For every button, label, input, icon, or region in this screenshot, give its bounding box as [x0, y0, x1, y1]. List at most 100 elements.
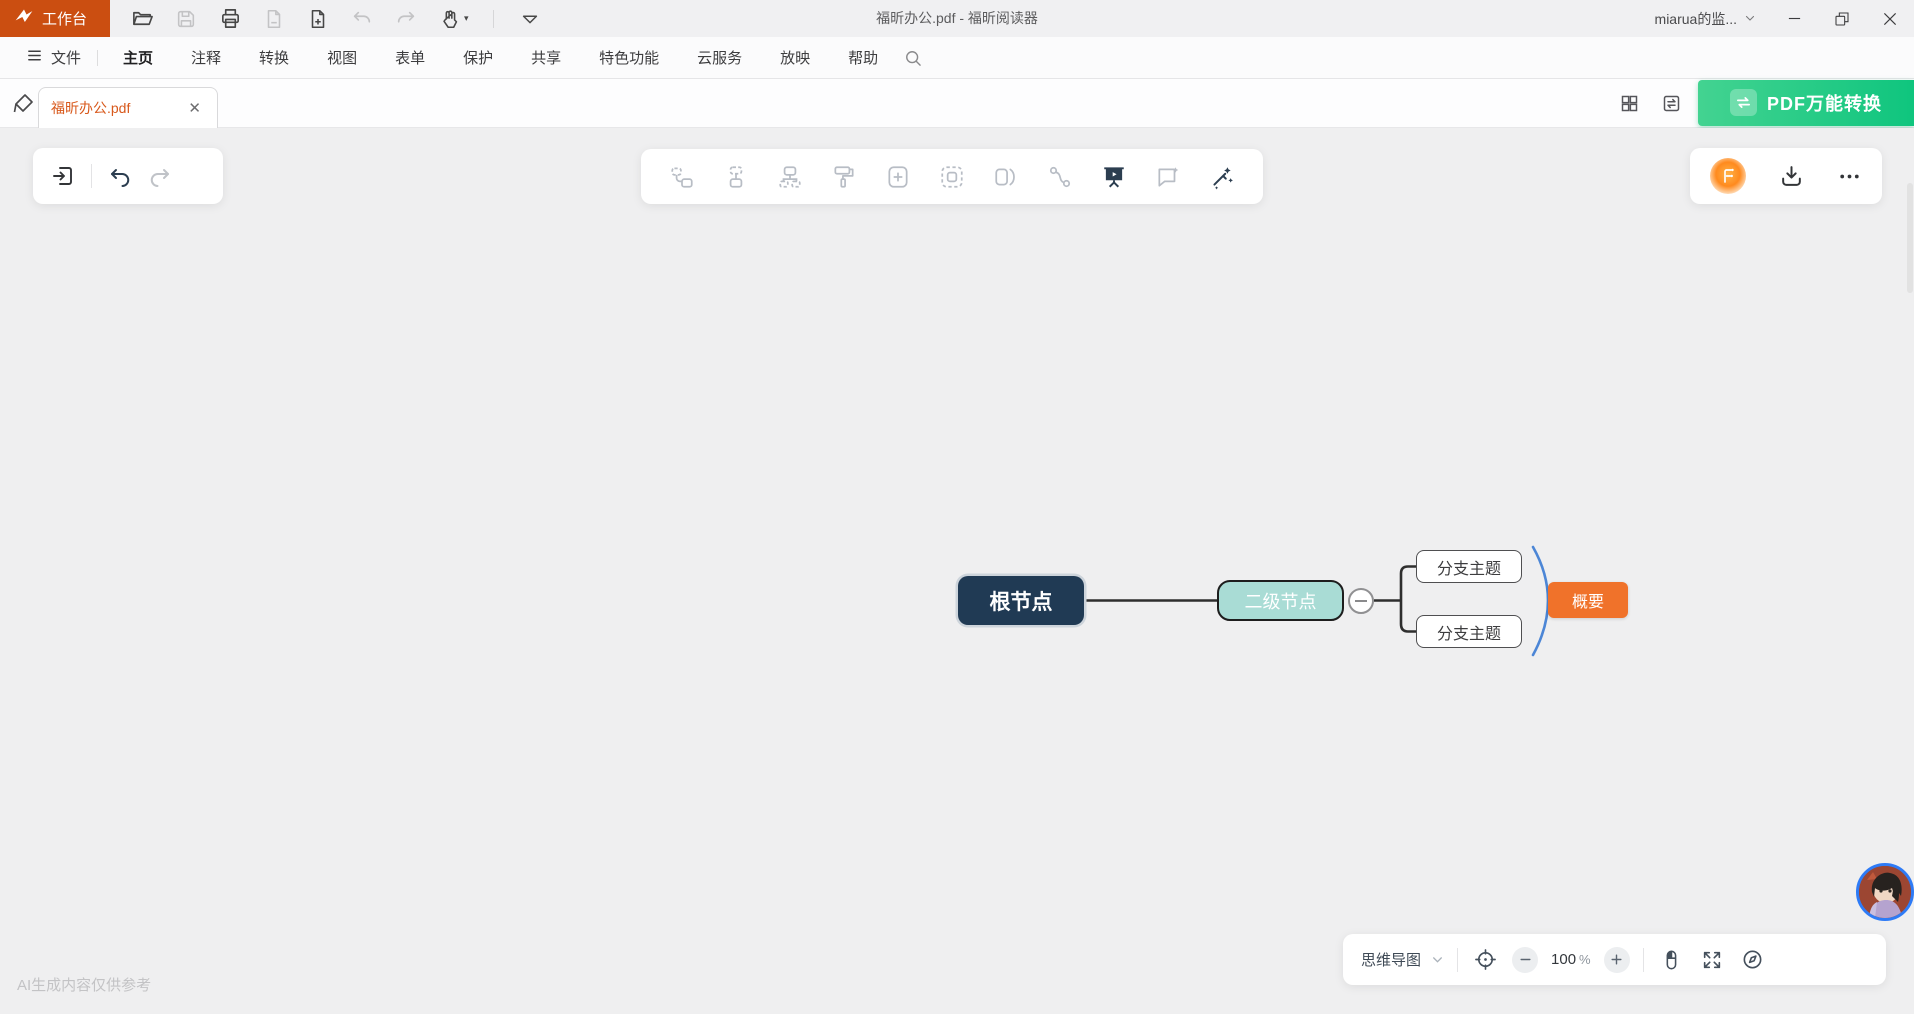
- tab-title: 福昕办公.pdf: [51, 98, 184, 118]
- switch-view-icon[interactable]: [1656, 89, 1686, 119]
- mindmap-summary-node[interactable]: 概要: [1548, 582, 1628, 618]
- mindmap-edges: [0, 128, 1914, 1014]
- compass-icon[interactable]: [1739, 946, 1767, 974]
- mindmap-secondary-node[interactable]: 二级节点: [1217, 580, 1344, 621]
- locate-center-icon[interactable]: [1471, 946, 1499, 974]
- collapse-ribbon-icon[interactable]: [518, 7, 542, 31]
- hand-tool-icon: [438, 7, 462, 31]
- tab-close-icon[interactable]: ✕: [184, 97, 205, 119]
- zoom-level-value: 100: [1551, 951, 1576, 968]
- menu-item-convert[interactable]: 转换: [240, 47, 308, 68]
- diagram-mode-label: 思维导图: [1361, 949, 1421, 970]
- foxit-reader-window: 工作台: [0, 0, 1914, 1014]
- document-tab[interactable]: 福昕办公.pdf ✕: [38, 87, 218, 128]
- foxit-logo-icon: [14, 7, 34, 31]
- menu-item-label: 文件: [51, 47, 81, 68]
- account-menu[interactable]: miarua的监...: [1641, 9, 1770, 29]
- view-control-bar: 思维导图 100%: [1343, 934, 1886, 985]
- workspace-label: 工作台: [42, 8, 87, 29]
- more-ellipsis-icon[interactable]: [1837, 164, 1862, 189]
- mindmap-branch-node[interactable]: 分支主题: [1416, 615, 1522, 648]
- zoom-out-button[interactable]: [1512, 947, 1538, 973]
- menu-item-share[interactable]: 共享: [512, 47, 580, 68]
- toolbar-separator: [493, 10, 494, 28]
- account-chevron-icon: [1744, 11, 1756, 27]
- menu-item-comment[interactable]: 注释: [172, 47, 240, 68]
- search-icon[interactable]: [903, 48, 923, 68]
- exit-mindmap-icon[interactable]: [51, 164, 75, 188]
- pdf-convert-button[interactable]: PDF万能转换: [1698, 80, 1914, 126]
- mindmap-canvas[interactable]: 根节点 二级节点 分支主题 分支主题 概要 思维导图 100%: [0, 128, 1914, 1014]
- summary-node-icon[interactable]: [991, 162, 1021, 192]
- zoom-level-unit: %: [1579, 952, 1591, 967]
- close-button[interactable]: [1866, 0, 1914, 37]
- foxit-mindmap-icon[interactable]: [1710, 158, 1746, 194]
- redo-icon[interactable]: [394, 7, 418, 31]
- minimize-button[interactable]: [1770, 0, 1818, 37]
- menu-separator: [97, 50, 98, 66]
- insert-node-icon[interactable]: [883, 162, 913, 192]
- mindmap-root-node[interactable]: 根节点: [958, 576, 1084, 625]
- mindmap-toolbar: [641, 149, 1263, 204]
- account-name: miarua的监...: [1655, 9, 1737, 29]
- statusbar-separator: [1643, 948, 1644, 972]
- ai-chat-icon[interactable]: [1153, 162, 1183, 192]
- undo-icon[interactable]: [350, 7, 374, 31]
- diagram-mode-select[interactable]: 思维导图: [1361, 949, 1444, 970]
- mode-chevron-icon: [1431, 953, 1444, 966]
- hand-tool-caret-icon: ▾: [464, 13, 469, 24]
- export-panel: [1690, 148, 1882, 204]
- mouse-mode-icon[interactable]: [1657, 946, 1685, 974]
- close-document-icon[interactable]: [262, 7, 286, 31]
- presentation-icon[interactable]: [1099, 162, 1129, 192]
- add-parent-node-icon[interactable]: [775, 162, 805, 192]
- statusbar-separator: [1457, 948, 1458, 972]
- menu-item-help[interactable]: 帮助: [829, 47, 897, 68]
- select-frame-icon[interactable]: [937, 162, 967, 192]
- history-panel: [33, 148, 223, 204]
- menu-item-form[interactable]: 表单: [376, 47, 444, 68]
- add-sibling-node-icon[interactable]: [721, 162, 751, 192]
- restore-button[interactable]: [1818, 0, 1866, 37]
- pencil-icon[interactable]: [12, 91, 36, 120]
- menu-item-protect[interactable]: 保护: [444, 47, 512, 68]
- format-painter-icon[interactable]: [829, 162, 859, 192]
- menu-item-features[interactable]: 特色功能: [580, 47, 678, 68]
- hamburger-menu-icon: [26, 47, 43, 68]
- download-icon[interactable]: [1779, 164, 1804, 189]
- tab-bar: 福昕办公.pdf ✕ PDF万能转换: [0, 79, 1914, 128]
- menu-item-cloud[interactable]: 云服务: [678, 47, 761, 68]
- panel-separator: [91, 164, 92, 188]
- convert-button-label: PDF万能转换: [1767, 90, 1882, 116]
- new-document-icon[interactable]: [306, 7, 330, 31]
- add-child-node-icon[interactable]: [667, 162, 697, 192]
- open-folder-icon[interactable]: [130, 7, 154, 31]
- ai-magic-icon[interactable]: [1207, 162, 1237, 192]
- menu-item-home[interactable]: 主页: [104, 47, 172, 68]
- ai-disclaimer: AI生成内容仅供参考: [17, 974, 151, 995]
- collapse-minus-icon[interactable]: [1348, 588, 1374, 614]
- vertical-scrollbar[interactable]: [1907, 183, 1913, 293]
- title-bar: 工作台: [0, 0, 1914, 37]
- hand-tool-button[interactable]: ▾: [438, 7, 469, 31]
- redo-map-icon[interactable]: [148, 164, 172, 188]
- grid-view-icon[interactable]: [1614, 89, 1644, 119]
- zoom-in-button[interactable]: [1604, 947, 1630, 973]
- assistant-avatar[interactable]: [1856, 863, 1914, 921]
- convert-swap-icon: [1730, 89, 1757, 116]
- mindmap-branch-node[interactable]: 分支主题: [1416, 550, 1522, 583]
- fullscreen-icon[interactable]: [1698, 946, 1726, 974]
- menu-item-view[interactable]: 视图: [308, 47, 376, 68]
- tabbar-right: PDF万能转换: [1614, 79, 1914, 128]
- save-icon[interactable]: [174, 7, 198, 31]
- workspace-button[interactable]: 工作台: [0, 0, 110, 37]
- quick-access-toolbar: ▾: [110, 7, 542, 31]
- titlebar-right: miarua的监...: [1641, 0, 1914, 37]
- window-title: 福昕办公.pdf - 福昕阅读器: [876, 0, 1038, 37]
- relation-line-icon[interactable]: [1045, 162, 1075, 192]
- menu-bar: 文件 主页 注释 转换 视图 表单 保护 共享 特色功能 云服务 放映 帮助: [0, 37, 1914, 79]
- print-icon[interactable]: [218, 7, 242, 31]
- menu-item-present[interactable]: 放映: [761, 47, 829, 68]
- undo-map-icon[interactable]: [108, 164, 132, 188]
- menu-item-file[interactable]: 文件: [16, 47, 91, 68]
